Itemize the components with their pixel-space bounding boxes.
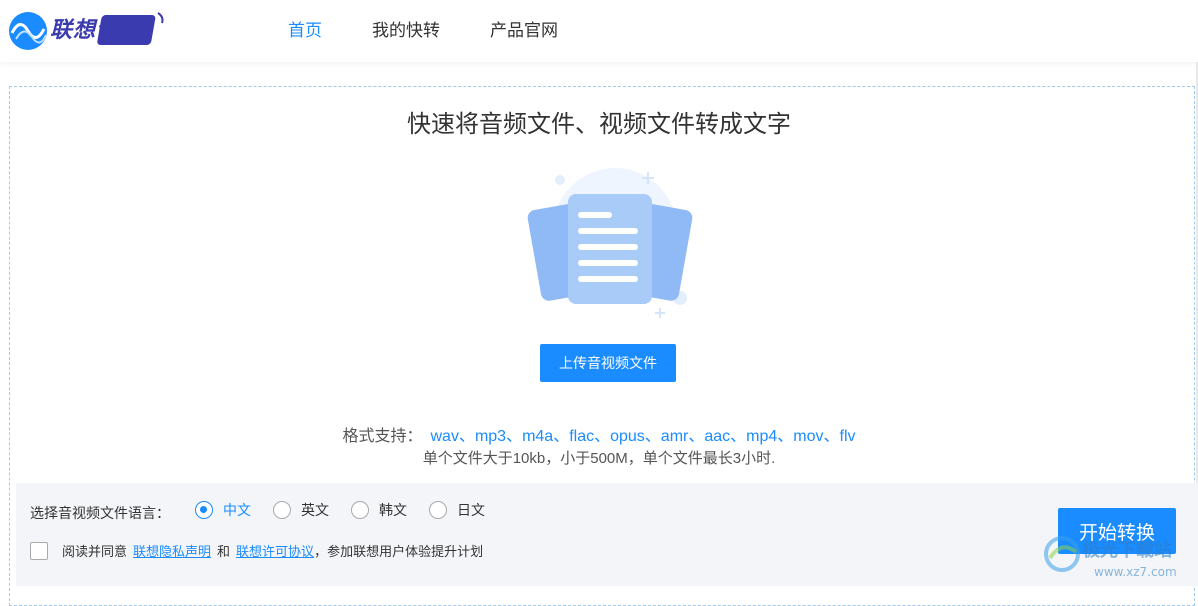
radio-label-japanese: 日文 xyxy=(457,502,485,518)
radio-circle-english[interactable] xyxy=(273,501,291,519)
nav-home[interactable]: 首页 xyxy=(288,16,322,41)
upload-file-button[interactable]: 上传音视频文件 xyxy=(540,344,676,382)
file-limits: 单个文件大于10kb，小于500M，单个文件最长3小时. xyxy=(422,450,776,467)
top-header: 联想语音 首页 我的快转 产品官网 xyxy=(0,0,1198,62)
radio-english[interactable]: 英文 xyxy=(273,500,329,520)
logo-text: 联想语音 xyxy=(50,17,143,42)
nav-product-site[interactable]: 产品官网 xyxy=(490,16,558,41)
radio-circle-korean[interactable] xyxy=(351,501,369,519)
options-panel xyxy=(16,483,1198,586)
radio-label-korean: 韩文 xyxy=(379,502,407,518)
radio-circle-chinese[interactable] xyxy=(195,501,213,519)
formats-label: 格式支持： xyxy=(342,428,423,445)
radio-circle-japanese[interactable] xyxy=(429,501,447,519)
watermark-text: 极光下载站 xyxy=(1082,539,1172,561)
radio-chinese[interactable]: 中文 xyxy=(195,500,251,520)
formats-list: wav、mp3、m4a、flac、opus、amr、aac、mp4、mov、fl… xyxy=(430,428,856,445)
watermark-url: www.xz7.com xyxy=(1094,565,1177,579)
language-radio-group: 中文 英文 韩文 日文 xyxy=(195,500,507,520)
page-title: 快速将音频文件、视频文件转成文字 xyxy=(407,111,791,138)
nav-my-conversions[interactable]: 我的快转 xyxy=(372,16,440,41)
agree-prefix: 阅读并同意 xyxy=(62,544,128,559)
agree-suffix: ，参加联想用户体验提升计划 xyxy=(314,544,484,559)
agreement-row: 阅读并同意 联想隐私声明 和 联想许可协议 ，参加联想用户体验提升计划 xyxy=(30,541,483,560)
license-link[interactable]: 联想许可协议 xyxy=(236,541,314,560)
main-nav: 首页 我的快转 产品官网 xyxy=(288,16,558,41)
agree-checkbox[interactable] xyxy=(30,541,48,560)
radio-korean[interactable]: 韩文 xyxy=(351,500,407,520)
radio-label-chinese: 中文 xyxy=(223,502,251,518)
format-support: 格式支持： wav、mp3、m4a、flac、opus、amr、aac、mp4、m… xyxy=(0,422,1198,446)
agree-and: 和 xyxy=(217,544,231,559)
site-watermark-logo: 极光下载站 www.xz7.com xyxy=(1044,536,1177,579)
radio-japanese[interactable]: 日文 xyxy=(429,500,485,520)
privacy-link[interactable]: 联想隐私声明 xyxy=(133,541,211,560)
language-label: 选择音视频文件语言： xyxy=(30,505,170,521)
documents-illustration xyxy=(527,168,693,318)
radio-label-english: 英文 xyxy=(301,502,329,518)
